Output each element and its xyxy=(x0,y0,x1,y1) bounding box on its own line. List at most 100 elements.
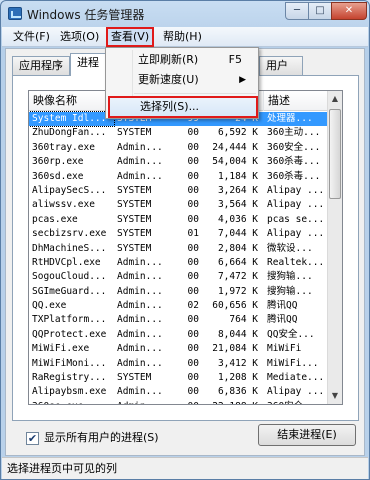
table-row[interactable]: QQProtect.exe Admin... 00 8,044 K QQ安全... xyxy=(29,328,329,342)
process-description-cell: 搜狗输... xyxy=(267,285,313,297)
process-cpu-cell: 00 xyxy=(187,141,199,153)
process-memory-cell: 8,044 K xyxy=(217,328,258,340)
table-row[interactable]: SGImeGuard... Admin... 00 1,972 K 搜狗输... xyxy=(29,285,329,299)
process-name-cell: QQProtect.exe xyxy=(32,328,107,340)
menu-item-update-speed[interactable]: 更新速度(U) ▶ xyxy=(108,70,256,90)
process-memory-cell: 1,184 K xyxy=(217,170,258,182)
process-memory-cell: 1,208 K xyxy=(217,372,258,384)
scroll-down-icon[interactable]: ▼ xyxy=(328,388,342,404)
process-name-cell: RaRegistry... xyxy=(32,372,107,384)
vertical-scrollbar[interactable]: ▲ ▼ xyxy=(327,91,342,404)
process-description-cell: pcas se... xyxy=(267,213,325,225)
process-cpu-cell: 00 xyxy=(172,400,202,404)
menu-item-refresh-now[interactable]: 立即刷新(R) F5 xyxy=(108,50,256,70)
process-name-cell: ZhuDongFan... xyxy=(32,127,107,139)
close-button[interactable]: ✕ xyxy=(331,2,367,20)
process-description-cell: Realtek... xyxy=(267,256,325,268)
menu-item-select-columns[interactable]: 选择列(S)... xyxy=(108,96,258,118)
process-description-cell: 360主动... xyxy=(267,127,321,139)
process-cpu-cell: 00 xyxy=(187,256,199,268)
minimize-button[interactable]: ─ xyxy=(285,2,309,20)
table-row[interactable]: 360rp.exe Admin... 00 54,004 K 360杀毒... xyxy=(29,155,329,169)
show-all-users-option[interactable]: ✔ 显示所有用户的进程(S) xyxy=(26,430,159,446)
process-cpu-cell: 00 xyxy=(187,170,199,182)
process-name-cell: Alipaybsm.exe xyxy=(32,386,107,398)
process-name-cell: QQ.exe xyxy=(32,300,67,312)
table-row[interactable]: Alipaybsm.exe Admin... 00 6,836 K Alipay ... xyxy=(29,385,329,399)
menu-bar: 文件(F) 选项(O) 查看(V) 帮助(H) xyxy=(2,27,368,47)
process-description-cell: Alipay ... xyxy=(267,228,325,240)
process-description-cell: 360安全... xyxy=(264,400,328,404)
table-row[interactable]: 360tray.exe Admin... 00 24,444 K 360安全... xyxy=(29,141,329,155)
tab-users[interactable]: 用户 xyxy=(259,56,303,75)
show-all-users-checkbox[interactable]: ✔ xyxy=(26,431,39,445)
process-cpu-cell: 00 xyxy=(187,343,199,355)
process-memory-cell: 1,972 K xyxy=(217,285,258,297)
process-cpu-cell: 00 xyxy=(187,386,199,398)
table-row[interactable]: RaRegistry... SYSTEM 00 1,208 K Mediate... xyxy=(29,371,329,385)
table-row[interactable]: aliwssv.exe SYSTEM 00 3,564 K Alipay ... xyxy=(29,198,329,212)
process-name-cell: DhMachineS... xyxy=(32,242,107,254)
table-row[interactable]: RtHDVCpl.exe Admin... 00 6,664 K Realtek... xyxy=(29,256,329,270)
process-memory-cell: 764 K xyxy=(229,314,258,326)
process-user-cell: SYSTEM xyxy=(117,199,152,211)
refresh-now-label: 立即刷新(R) xyxy=(138,53,199,66)
update-speed-label: 更新速度(U) xyxy=(138,73,199,86)
process-cpu-cell: 00 xyxy=(187,242,199,254)
process-description-cell: 360安全... xyxy=(267,141,321,153)
table-row[interactable]: QQ.exe Admin... 02 60,656 K 腾讯QQ xyxy=(29,299,329,313)
table-row[interactable]: DhMachineS... SYSTEM 00 2,804 K 微软设... xyxy=(29,242,329,256)
process-name-cell: RtHDVCpl.exe xyxy=(32,256,101,268)
menu-options[interactable]: 选项(O) xyxy=(57,29,102,45)
table-row[interactable]: MiWiFi.exe Admin... 00 21,084 K MiWiFi xyxy=(29,342,329,356)
table-row[interactable]: 360se.exeAdmin...0022,188 K360安全... xyxy=(29,400,329,404)
task-manager-icon xyxy=(8,7,22,20)
table-row[interactable]: MiWiFiMoni... Admin... 00 3,412 K MiWiFi... xyxy=(29,357,329,371)
process-description-cell: Mediate... xyxy=(267,372,325,384)
process-cpu-cell: 00 xyxy=(187,156,199,168)
process-rows: System Idl...SYSTEM9924 K处理器...ZhuDongFa… xyxy=(29,110,329,404)
process-list[interactable]: 映像名称 描述 System Idl...SYSTEM9924 K处理器...Z… xyxy=(28,90,343,405)
maximize-button[interactable]: □ xyxy=(308,2,332,20)
table-row[interactable]: SogouCloud... Admin... 00 7,472 K 搜狗输... xyxy=(29,270,329,284)
table-row[interactable]: 360sd.exe Admin... 00 1,184 K 360杀毒... xyxy=(29,170,329,184)
process-memory-cell: 3,412 K xyxy=(217,357,258,369)
process-cpu-cell: 00 xyxy=(187,127,199,139)
scroll-up-icon[interactable]: ▲ xyxy=(328,91,342,107)
process-user-cell: Admin... xyxy=(117,357,163,369)
table-row[interactable]: AlipaySecS... SYSTEM 00 3,264 K Alipay ... xyxy=(29,184,329,198)
table-row[interactable]: TXPlatform... Admin... 00 764 K 腾讯QQ xyxy=(29,313,329,327)
table-row[interactable]: ZhuDongFan... SYSTEM 00 6,592 K 360主动... xyxy=(29,126,329,140)
process-memory-cell: 7,044 K xyxy=(217,228,258,240)
process-memory-cell: 21,084 K xyxy=(212,343,258,355)
process-memory-cell: 2,804 K xyxy=(217,242,258,254)
process-cpu-cell: 00 xyxy=(187,271,199,283)
process-description-cell: MiWiFi xyxy=(267,343,302,355)
end-process-button[interactable]: 结束进程(E) xyxy=(258,424,356,446)
refresh-shortcut: F5 xyxy=(228,53,242,66)
process-memory-cell: 3,264 K xyxy=(217,184,258,196)
table-row[interactable]: secbizsrv.exe SYSTEM 01 7,044 K Alipay ... xyxy=(29,227,329,241)
process-description-cell: 腾讯QQ xyxy=(267,300,298,312)
column-description[interactable]: 描述 xyxy=(264,91,328,111)
table-row[interactable]: pcas.exe SYSTEM 00 4,036 K pcas se... xyxy=(29,213,329,227)
process-user-cell: Admin... xyxy=(117,314,163,326)
column-image-name[interactable]: 映像名称 xyxy=(29,91,114,111)
process-user-cell: Admin... xyxy=(117,343,163,355)
status-bar: 选择进程页中可见的列 xyxy=(2,457,368,479)
tab-applications[interactable]: 应用程序 xyxy=(12,56,70,75)
process-memory-cell: 4,036 K xyxy=(217,213,258,225)
process-name-cell: System Idl... xyxy=(29,110,115,128)
process-user-cell: Admin... xyxy=(117,300,163,312)
scrollbar-thumb[interactable] xyxy=(329,109,341,199)
menu-help[interactable]: 帮助(H) xyxy=(160,29,205,45)
title-bar[interactable]: Windows 任务管理器 ─ □ ✕ xyxy=(1,1,369,27)
menu-file[interactable]: 文件(F) xyxy=(10,29,53,45)
process-memory-cell: 22,188 K xyxy=(202,400,264,404)
process-description-cell: MiWiFi... xyxy=(267,357,319,369)
process-user-cell: Admin... xyxy=(117,285,163,297)
process-cpu-cell: 00 xyxy=(187,184,199,196)
process-user-cell: Admin... xyxy=(117,256,163,268)
process-memory-cell: 54,004 K xyxy=(212,156,258,168)
menu-view[interactable]: 查看(V) xyxy=(106,27,155,47)
